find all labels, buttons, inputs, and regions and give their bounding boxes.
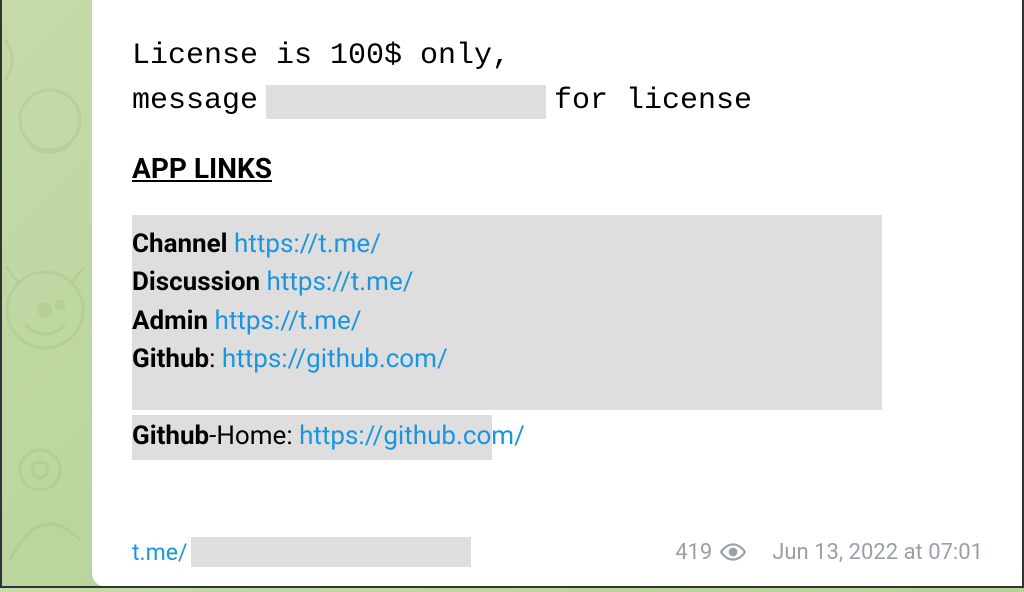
link-label: Github [132,421,209,451]
license-line2-suffix: for license [554,79,752,124]
redacted-source-path [191,537,471,567]
link-row-discussion: Discussion https://t.me/ [132,263,983,301]
link-url[interactable]: https://t.me/ [215,306,362,336]
link-url[interactable]: https://github.com/ [222,344,448,374]
links-block: Channel https://t.me/ Discussion https:/… [132,225,983,455]
license-text: License is 100$ only, message for licens… [132,34,983,124]
view-count: 419 [675,539,746,565]
redacted-contact [266,85,546,119]
message-timestamp: Jun 13, 2022 at 07:01 [772,540,983,565]
link-label-suffix: -Home [209,421,286,451]
link-url[interactable]: https://t.me/ [267,267,414,297]
link-label: Channel [132,229,228,259]
link-label: Discussion [132,267,260,297]
link-label: Admin [132,306,208,336]
license-line-2: message for license [132,79,983,124]
link-row-github-home: Github-Home: https://github.com/ [132,417,983,455]
link-label: Github [132,344,209,374]
eye-icon [720,539,746,565]
message-source-link[interactable]: t.me/ [132,539,187,566]
license-line-1: License is 100$ only, [132,34,983,79]
link-row-admin: Admin https://t.me/ [132,302,983,340]
app-links-heading: APP LINKS [132,152,983,185]
telegram-message-bubble: License is 100$ only, message for licens… [92,0,1023,587]
link-url[interactable]: https://t.me/ [234,229,381,259]
link-url[interactable]: https://github.com/ [299,421,525,451]
link-row-channel: Channel https://t.me/ [132,225,983,263]
message-footer: t.me/ 419 Jun 13, 2022 at 07:01 [132,519,983,567]
link-row-github: Github: https://github.com/ [132,340,983,378]
view-count-number: 419 [675,540,712,565]
license-line2-prefix: message [132,79,258,124]
